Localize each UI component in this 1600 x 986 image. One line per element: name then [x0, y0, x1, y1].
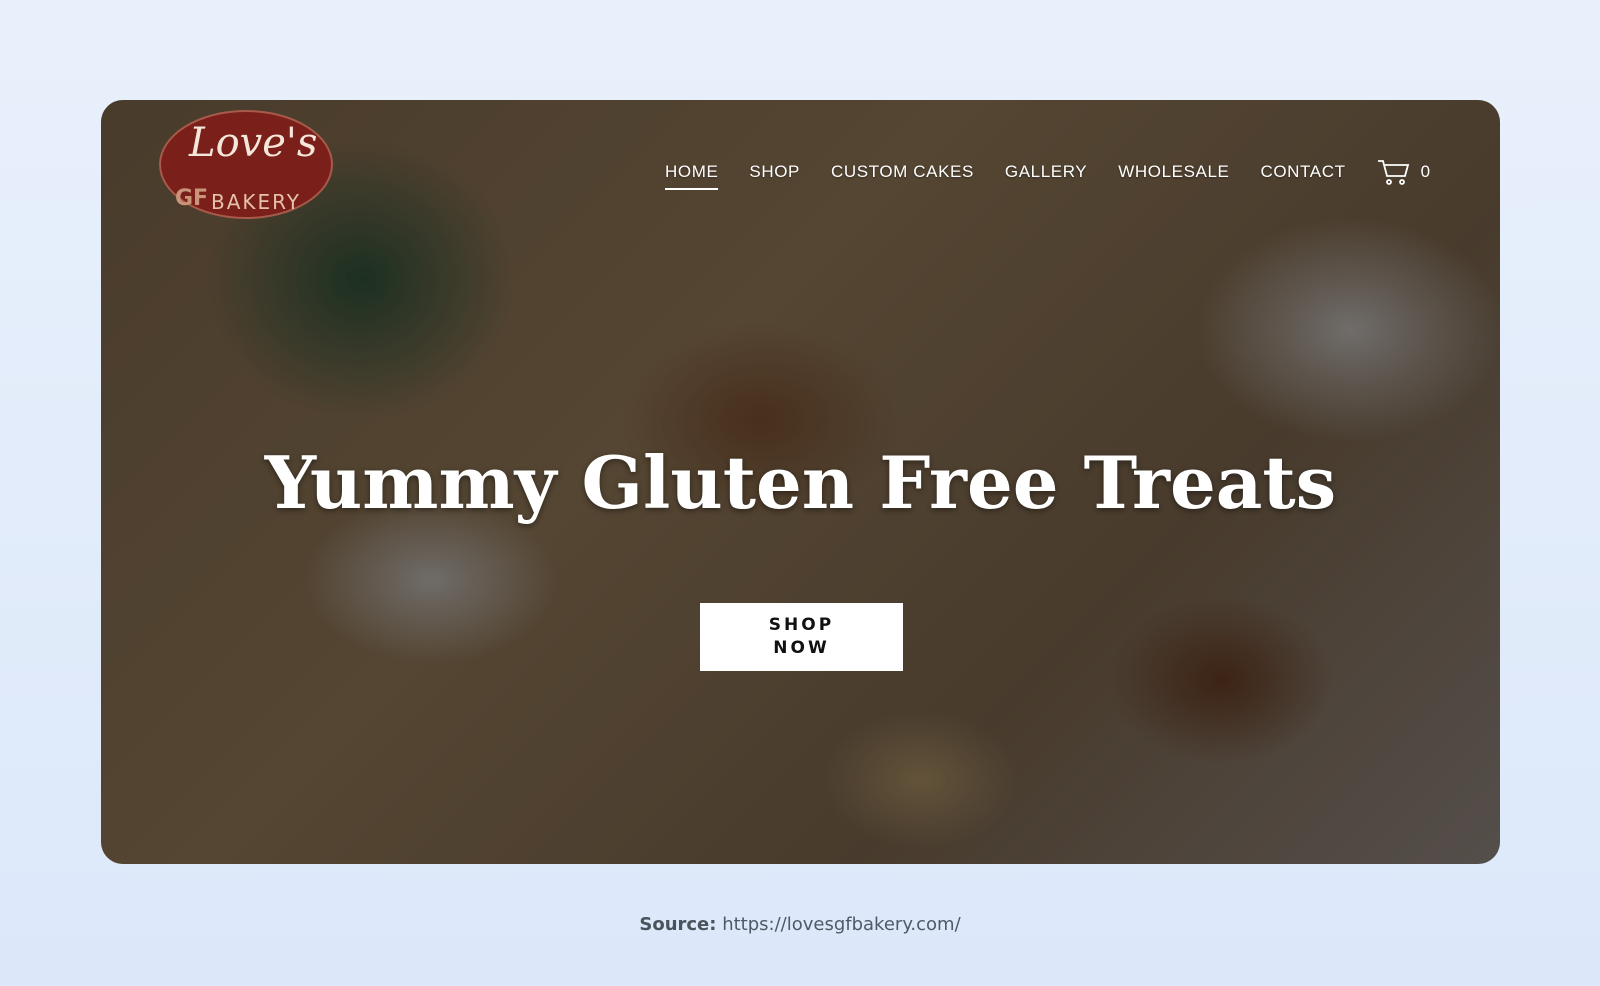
- nav-contact[interactable]: CONTACT: [1260, 162, 1345, 182]
- logo[interactable]: Love's GF BAKERY: [159, 110, 333, 230]
- cart-count: 0: [1420, 162, 1431, 181]
- logo-bakery-text: BAKERY: [211, 190, 301, 214]
- nav-shop[interactable]: SHOP: [749, 162, 800, 182]
- hero-title: Yummy Gluten Free Treats: [264, 440, 1337, 525]
- nav-home[interactable]: HOME: [665, 162, 719, 190]
- main-nav: HOME SHOP CUSTOM CAKES GALLERY WHOLESALE…: [665, 158, 1430, 190]
- shop-now-line1: SHOP: [768, 615, 835, 635]
- shop-now-button[interactable]: SHOP NOW: [700, 603, 903, 671]
- shopping-cart-icon: [1377, 160, 1409, 185]
- nav-wholesale[interactable]: WHOLESALE: [1118, 162, 1229, 182]
- cart-button[interactable]: 0: [1377, 158, 1430, 186]
- source-label: Source:: [639, 914, 717, 935]
- website-screenshot: Love's GF BAKERY HOME SHOP CUSTOM CAKES …: [101, 100, 1500, 864]
- nav-custom-cakes[interactable]: CUSTOM CAKES: [831, 162, 974, 182]
- logo-gf-heart: GF: [175, 186, 209, 211]
- shop-now-line2: NOW: [773, 638, 830, 658]
- nav-gallery[interactable]: GALLERY: [1005, 162, 1087, 182]
- source-url: https://lovesgfbakery.com/: [722, 914, 961, 935]
- source-caption: Source: https://lovesgfbakery.com/: [0, 914, 1600, 935]
- logo-script: Love's: [189, 120, 318, 166]
